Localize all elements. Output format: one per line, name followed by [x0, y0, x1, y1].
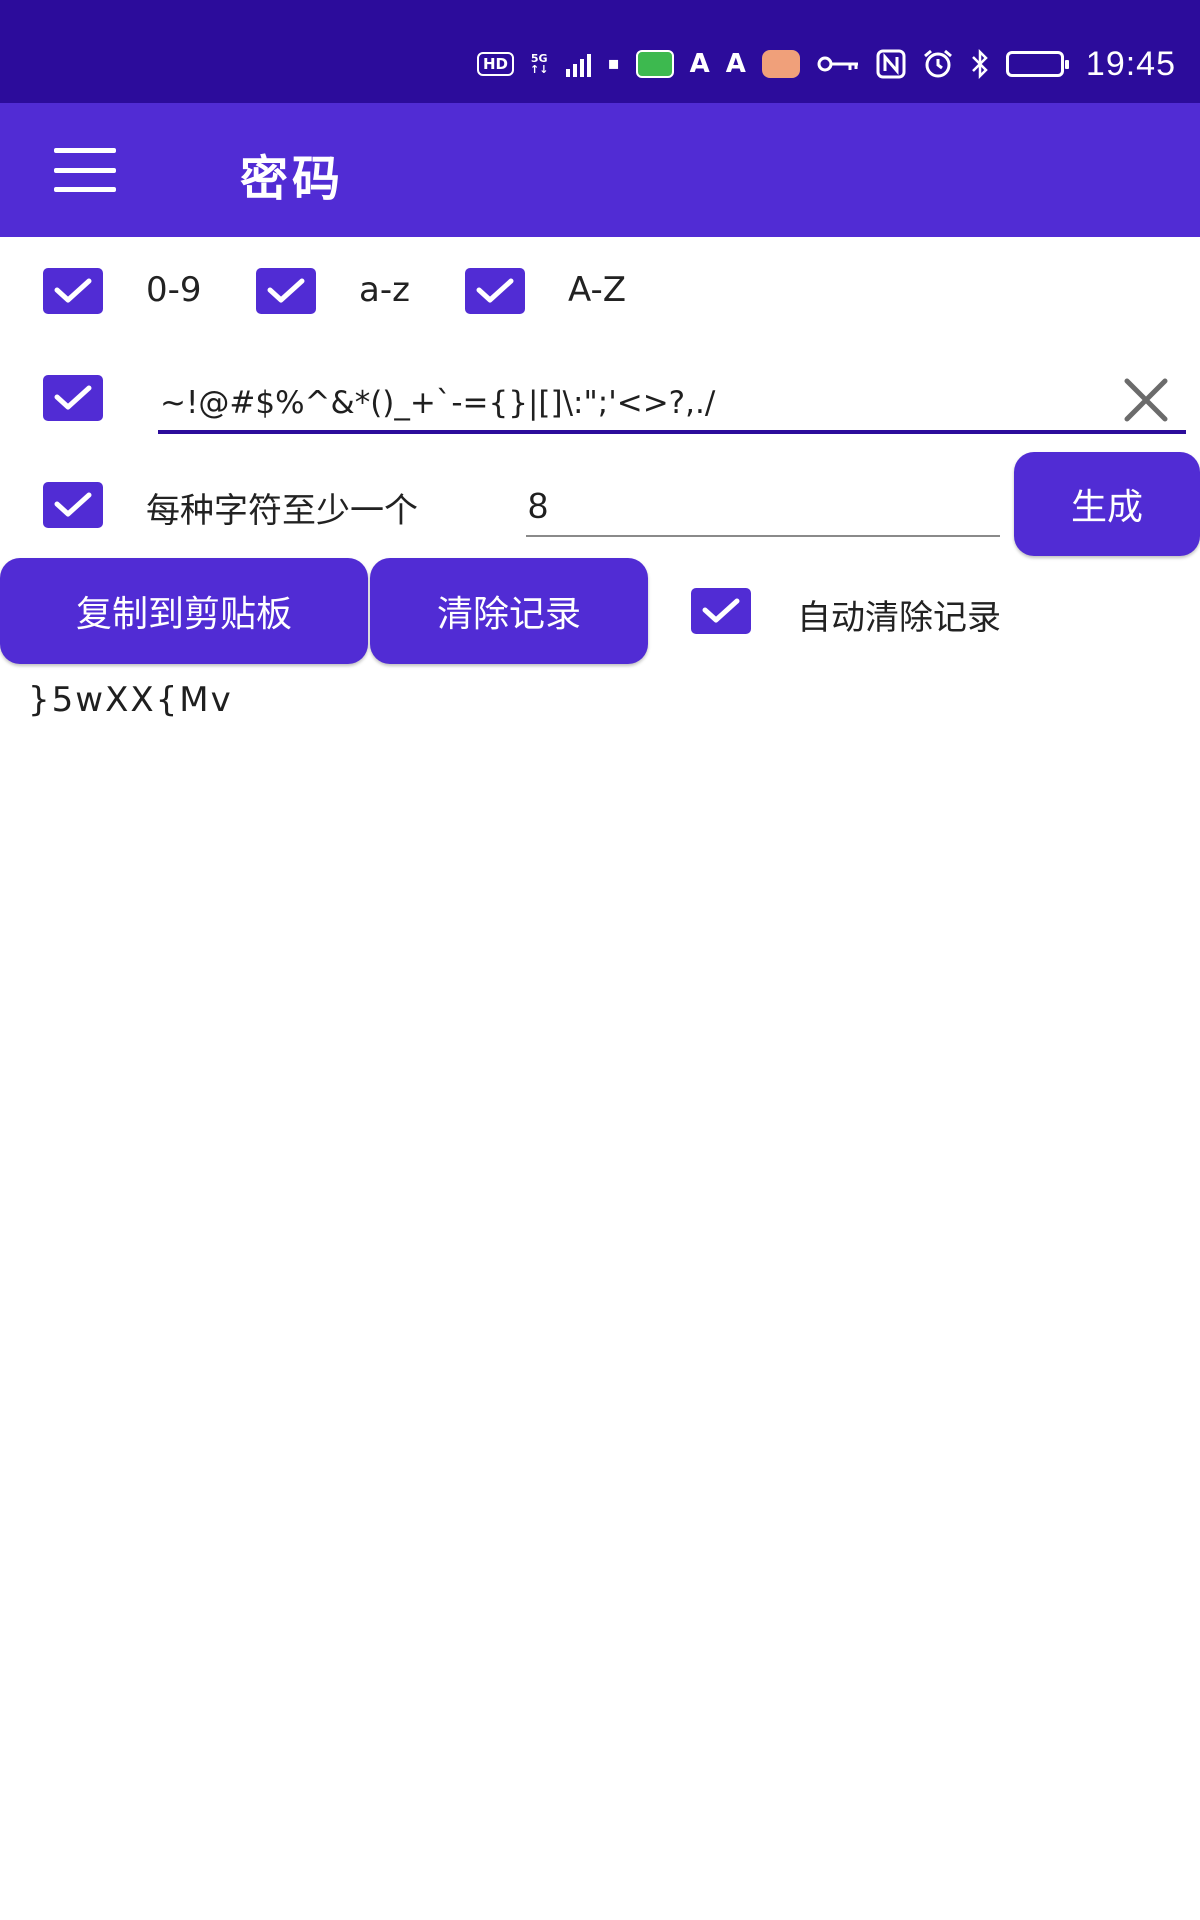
- check-icon: [702, 598, 740, 623]
- battery-icon: [1005, 51, 1069, 77]
- auto-clear-checkbox[interactable]: [691, 588, 751, 634]
- key-icon: [816, 47, 860, 81]
- close-icon[interactable]: [1120, 374, 1172, 426]
- signal-5g-icon: 5G ↑↓: [530, 52, 549, 76]
- copy-to-clipboard-button[interactable]: 复制到剪贴板: [0, 558, 368, 664]
- message-icon: [761, 50, 800, 78]
- check-icon: [267, 278, 305, 303]
- uppercase-checkbox[interactable]: [465, 268, 525, 314]
- digits-checkbox[interactable]: [43, 268, 103, 314]
- length-input[interactable]: [526, 478, 996, 534]
- check-icon: [54, 278, 92, 303]
- symbols-input-underline: [158, 430, 1186, 434]
- auto-clear-label: 自动清除记录: [797, 598, 1001, 638]
- menu-icon[interactable]: [54, 148, 128, 192]
- signal-bars-icon: [566, 51, 592, 77]
- clock-time: 19:45: [1085, 44, 1176, 83]
- symbols-checkbox[interactable]: [43, 375, 103, 421]
- length-input-underline: [526, 535, 1000, 537]
- hd-icon: HD: [477, 52, 515, 76]
- app-store-icon: [635, 50, 674, 78]
- alarm-icon: [922, 47, 954, 81]
- app-bar: 密码: [0, 103, 1200, 237]
- generate-button[interactable]: 生成: [1014, 452, 1200, 556]
- digits-label: 0-9: [146, 270, 202, 310]
- each-at-least-one-checkbox[interactable]: [43, 482, 103, 528]
- uppercase-label: A-Z: [568, 270, 627, 310]
- status-icons: HD 5G ↑↓ ▪ A A 19:45: [477, 44, 1176, 84]
- symbols-input[interactable]: [160, 372, 1130, 434]
- check-icon: [54, 492, 92, 517]
- font-a2-icon: A: [725, 49, 746, 79]
- check-icon: [54, 385, 92, 410]
- lowercase-checkbox[interactable]: [256, 268, 316, 314]
- check-icon: [476, 278, 514, 303]
- lowercase-label: a-z: [359, 270, 410, 310]
- clear-history-button[interactable]: 清除记录: [370, 558, 648, 664]
- page-title: 密码: [240, 151, 345, 207]
- generated-password: }5wXX{Mv: [28, 680, 233, 720]
- font-a-icon: A: [689, 49, 710, 79]
- bluetooth-icon: [970, 47, 990, 81]
- nfc-icon: [876, 47, 906, 81]
- status-bar: HD 5G ↑↓ ▪ A A 19:45: [0, 0, 1200, 103]
- data-icon: ▪: [607, 53, 620, 74]
- each-at-least-one-label: 每种字符至少一个: [146, 491, 418, 531]
